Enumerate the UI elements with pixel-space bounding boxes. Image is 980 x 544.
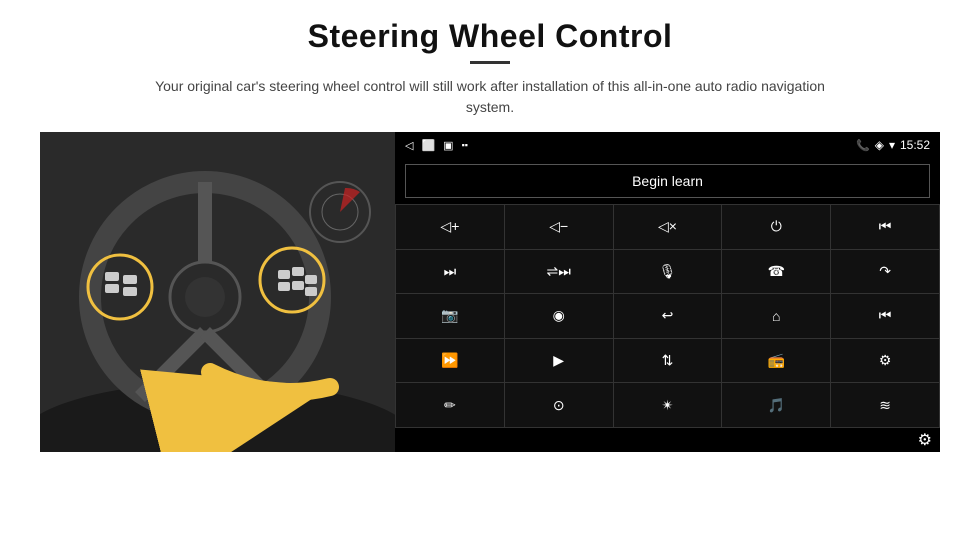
content-row: ◁ ⬜ ▣ ▪▪ 📞 ◈ ▾ 15:52 Begin learn ◁+◁−◁×⏻… bbox=[40, 132, 940, 452]
control-phone-call[interactable]: ☎ bbox=[722, 250, 830, 294]
control-home[interactable]: ⌂ bbox=[722, 294, 830, 338]
control-disc[interactable]: ⊙ bbox=[505, 383, 613, 427]
control-pen-edit[interactable]: ✏ bbox=[396, 383, 504, 427]
back-nav-icon[interactable]: ◁ bbox=[405, 139, 413, 152]
control-camera[interactable]: 📷 bbox=[396, 294, 504, 338]
settings-gear-icon[interactable]: ⚙ bbox=[918, 430, 932, 450]
page-subtitle: Your original car's steering wheel contr… bbox=[130, 76, 850, 118]
status-right: 📞 ◈ ▾ 15:52 bbox=[856, 138, 930, 152]
control-navigate[interactable]: ▶ bbox=[505, 339, 613, 383]
control-volume-up[interactable]: ◁+ bbox=[396, 205, 504, 249]
control-fast-forward[interactable]: ⏩ bbox=[396, 339, 504, 383]
control-skip-back[interactable]: ⏮ bbox=[831, 294, 939, 338]
wifi-status-icon: ▾ bbox=[889, 138, 895, 152]
control-next-track[interactable]: ⏭ bbox=[396, 250, 504, 294]
android-head-unit: ◁ ⬜ ▣ ▪▪ 📞 ◈ ▾ 15:52 Begin learn ◁+◁−◁×⏻… bbox=[395, 132, 940, 452]
page-wrapper: Steering Wheel Control Your original car… bbox=[0, 0, 980, 544]
home-nav-icon[interactable]: ⬜ bbox=[421, 139, 435, 152]
title-divider bbox=[470, 61, 510, 64]
control-radio[interactable]: 📻 bbox=[722, 339, 830, 383]
control-music[interactable]: 🎵 bbox=[722, 383, 830, 427]
phone-status-icon: 📞 bbox=[856, 139, 870, 152]
control-end-call[interactable]: ↷ bbox=[831, 250, 939, 294]
control-tune[interactable]: ⚙ bbox=[831, 339, 939, 383]
control-sound-wave[interactable]: ≋ bbox=[831, 383, 939, 427]
control-shuffle[interactable]: ⇌⏭ bbox=[505, 250, 613, 294]
status-left: ◁ ⬜ ▣ ▪▪ bbox=[405, 139, 468, 152]
location-status-icon: ◈ bbox=[875, 138, 884, 152]
control-volume-down[interactable]: ◁− bbox=[505, 205, 613, 249]
control-mic[interactable]: 🎙 bbox=[614, 250, 722, 294]
begin-learn-button[interactable]: Begin learn bbox=[405, 164, 930, 198]
clock: 15:52 bbox=[900, 138, 930, 152]
control-equalizer[interactable]: ⇅ bbox=[614, 339, 722, 383]
control-power[interactable]: ⏻ bbox=[722, 205, 830, 249]
control-bluetooth[interactable]: ✴ bbox=[614, 383, 722, 427]
controls-grid: ◁+◁−◁×⏻⏮⏭⇌⏭🎙☎↷📷◉↩⌂⏮⏩▶⇅📻⚙✏⊙✴🎵≋ bbox=[395, 204, 940, 428]
status-bar: ◁ ⬜ ▣ ▪▪ 📞 ◈ ▾ 15:52 bbox=[395, 132, 940, 158]
control-back[interactable]: ↩ bbox=[614, 294, 722, 338]
control-360-view[interactable]: ◉ bbox=[505, 294, 613, 338]
settings-row: ⚙ bbox=[395, 428, 940, 452]
begin-learn-row: Begin learn bbox=[395, 158, 940, 204]
signal-icon: ▪▪ bbox=[462, 140, 468, 150]
steering-wheel-image bbox=[40, 132, 395, 452]
page-title: Steering Wheel Control bbox=[308, 18, 673, 55]
recents-nav-icon[interactable]: ▣ bbox=[443, 139, 453, 152]
control-mute[interactable]: ◁× bbox=[614, 205, 722, 249]
control-prev-track[interactable]: ⏮ bbox=[831, 205, 939, 249]
